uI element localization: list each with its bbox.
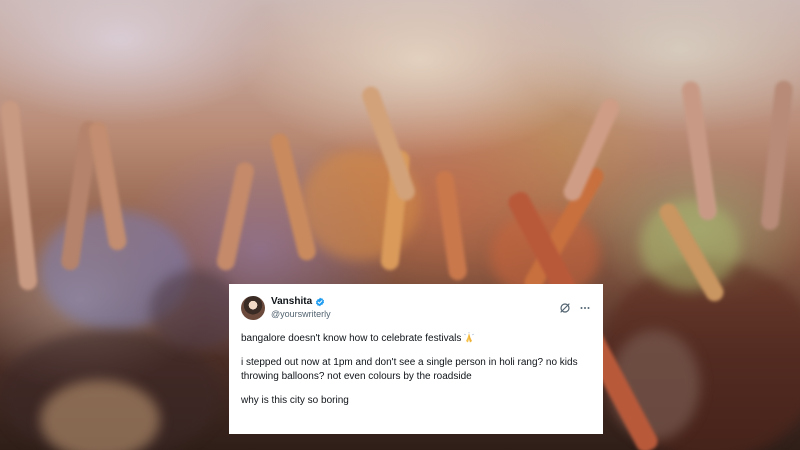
tweet-card[interactable]: Vanshita @yourswriterly bangalore doesn'…	[229, 284, 603, 434]
handle[interactable]: @yourswriterly	[271, 308, 331, 320]
tweet-line: why is this city so boring	[241, 395, 349, 406]
header-actions	[559, 302, 591, 314]
verified-badge-icon	[316, 297, 325, 307]
raised-arm	[0, 100, 38, 291]
tweet-line-text: bangalore doesn't know how to celebrate …	[241, 333, 462, 344]
tweet-header: Vanshita @yourswriterly	[241, 295, 591, 321]
raised-arm	[760, 79, 794, 231]
raised-arm	[215, 160, 256, 272]
folded-hands-emoji	[464, 332, 475, 343]
grok-icon[interactable]	[559, 302, 571, 314]
raised-arm	[434, 169, 468, 282]
head-silhouette	[150, 270, 240, 350]
powder-cloud	[40, 380, 160, 450]
avatar[interactable]	[241, 296, 265, 320]
tweet-line: bangalore doesn't know how to celebrate …	[241, 332, 591, 346]
author-names: Vanshita @yourswriterly	[271, 296, 331, 320]
display-name[interactable]: Vanshita	[271, 296, 312, 308]
more-icon[interactable]	[579, 302, 591, 314]
tweet-text: bangalore doesn't know how to celebrate …	[241, 332, 591, 408]
tweet-line: i stepped out now at 1pm and don't see a…	[241, 357, 578, 382]
